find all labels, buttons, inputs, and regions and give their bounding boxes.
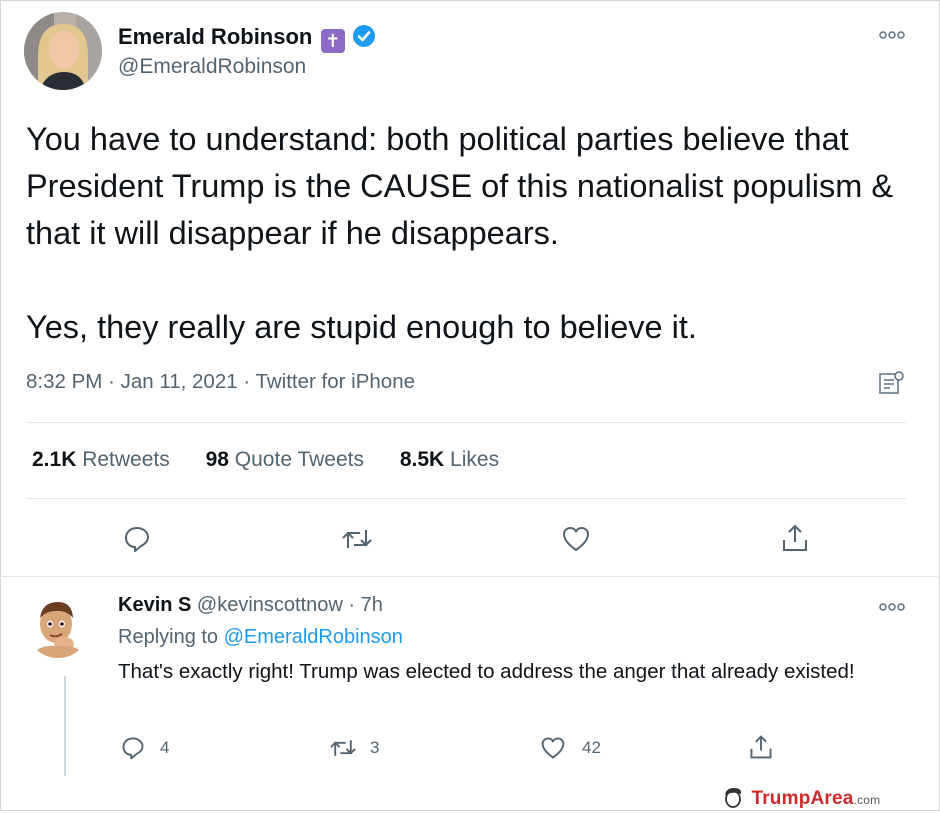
reply-icon[interactable] — [120, 735, 146, 761]
author-header: Emerald Robinson ✝ — [118, 24, 376, 53]
reply-author-handle[interactable]: @kevinscottnow — [197, 594, 343, 616]
tweet-time[interactable]: 8:32 PM — [26, 370, 102, 393]
likes-label: Likes — [450, 448, 500, 471]
retweets-count: 2.1K — [32, 448, 77, 471]
meta-separator: · — [348, 594, 356, 616]
reply-icon[interactable] — [122, 524, 152, 554]
more-icon[interactable] — [878, 28, 906, 47]
tweet-source[interactable]: Twitter for iPhone — [255, 370, 415, 393]
reply-body: That's exactly right! Trump was elected … — [118, 660, 855, 683]
watermark-tld: .com — [853, 793, 881, 807]
tweet-date[interactable]: Jan 11, 2021 — [121, 370, 238, 393]
thread-line — [64, 676, 66, 776]
tweet-meta: 8:32 PM · Jan 11, 2021 · Twitter for iPh… — [26, 370, 415, 394]
tweet-stats: 2.1K Retweets 98 Quote Tweets 8.5K Likes — [32, 448, 529, 472]
reply-header: Kevin S @kevinscottnow · 7h — [118, 594, 383, 617]
tweet-body: You have to understand: both political p… — [26, 121, 894, 345]
retweets-label: Retweets — [82, 448, 170, 471]
more-icon[interactable] — [878, 600, 906, 619]
author-avatar[interactable] — [24, 12, 102, 90]
retweet-icon[interactable] — [340, 524, 374, 554]
like-count: 42 — [582, 738, 601, 757]
likes-stat[interactable]: 8.5K Likes — [400, 448, 499, 471]
retweets-stat[interactable]: 2.1K Retweets — [32, 448, 170, 471]
like-icon[interactable] — [561, 524, 591, 554]
divider — [26, 422, 906, 423]
watermark: TrumpArea.com — [722, 786, 880, 813]
quotes-stat[interactable]: 98 Quote Tweets — [206, 448, 364, 471]
replying-prefix: Replying to — [118, 626, 219, 648]
quotes-count: 98 — [205, 448, 229, 471]
share-icon[interactable] — [780, 522, 810, 554]
divider — [26, 498, 906, 499]
reply-count: 4 — [160, 738, 170, 757]
author-name[interactable]: Emerald Robinson — [118, 24, 312, 49]
analytics-icon[interactable] — [878, 370, 906, 396]
like-icon[interactable] — [540, 735, 566, 761]
retweet-icon[interactable] — [328, 735, 358, 761]
likes-count: 8.5K — [399, 448, 445, 471]
quotes-label: Quote Tweets — [234, 448, 364, 471]
reply-age[interactable]: 7h — [361, 594, 383, 616]
reply-author-name[interactable]: Kevin S — [118, 594, 191, 616]
meta-separator: · — [108, 370, 115, 393]
author-handle[interactable]: @EmeraldRobinson — [118, 55, 306, 79]
reply-avatar[interactable] — [26, 594, 90, 658]
replying-to: Replying to @EmeraldRobinson — [118, 626, 403, 649]
trump-head-icon — [722, 786, 744, 813]
verified-badge-icon — [352, 24, 376, 53]
replying-to-link[interactable]: @EmeraldRobinson — [224, 626, 403, 648]
watermark-brand: TrumpArea — [751, 788, 854, 809]
meta-separator: · — [243, 370, 251, 393]
retweet-count: 3 — [370, 738, 380, 757]
cross-emoji: ✝ — [320, 29, 345, 53]
divider — [0, 576, 938, 577]
share-icon[interactable] — [748, 733, 774, 761]
